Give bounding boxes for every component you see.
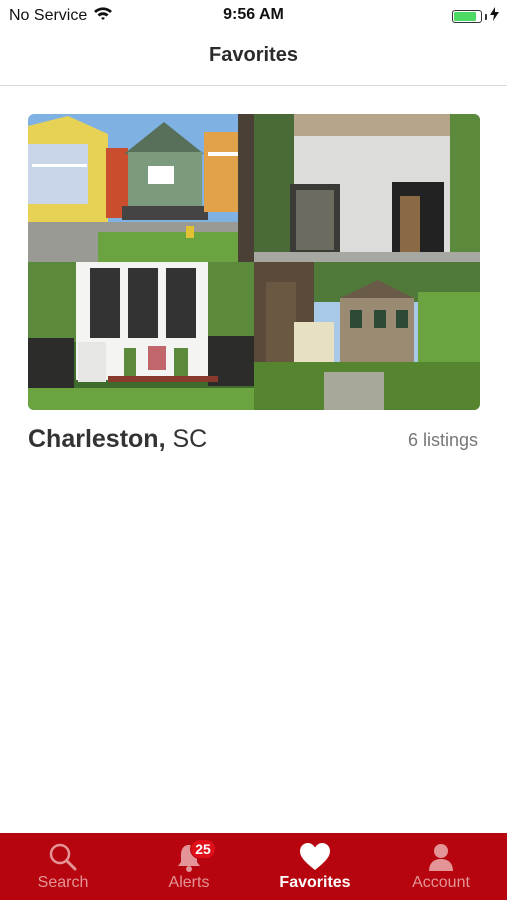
battery-level: [454, 12, 476, 21]
favorite-group-info[interactable]: Charleston, SC 6 listings: [28, 425, 480, 459]
photo-modern-white-house[interactable]: [254, 114, 480, 262]
tab-search-label: Search: [37, 874, 89, 891]
favorite-group-collage[interactable]: [28, 114, 480, 410]
search-icon: [0, 842, 126, 872]
bell-icon: [126, 842, 252, 872]
listing-count: 6 listings: [407, 430, 478, 450]
tab-bar: Search 25 Alerts Favorites Account: [0, 833, 507, 900]
tab-search[interactable]: Search: [0, 833, 126, 900]
battery-cap: [485, 13, 487, 20]
city-state-label: Charleston, SC: [28, 425, 207, 454]
tab-favorites-label: Favorites: [279, 874, 351, 891]
tab-alerts[interactable]: 25 Alerts: [126, 833, 252, 900]
tab-account-label: Account: [412, 874, 470, 891]
alerts-badge: 25: [190, 839, 216, 859]
state-label: SC: [172, 425, 208, 453]
tab-alerts-label: Alerts: [168, 874, 210, 891]
page-title: Favorites: [209, 44, 298, 66]
charging-bolt-icon: [490, 7, 499, 26]
tab-account[interactable]: Account: [378, 833, 504, 900]
photo-white-porch-house[interactable]: [28, 262, 254, 410]
battery-icon: [452, 10, 482, 23]
photo-colorful-houses[interactable]: [28, 114, 254, 262]
tab-favorites[interactable]: Favorites: [252, 833, 378, 900]
status-time: 9:56 AM: [223, 6, 284, 23]
photo-brick-house-oak-tree[interactable]: [254, 262, 480, 410]
status-bar: No Service 9:56 AM: [0, 0, 507, 30]
status-right: [452, 7, 499, 26]
heart-icon: [252, 842, 378, 872]
person-icon: [378, 842, 504, 872]
city-label: Charleston,: [28, 425, 166, 453]
nav-bar: Favorites: [0, 30, 507, 86]
